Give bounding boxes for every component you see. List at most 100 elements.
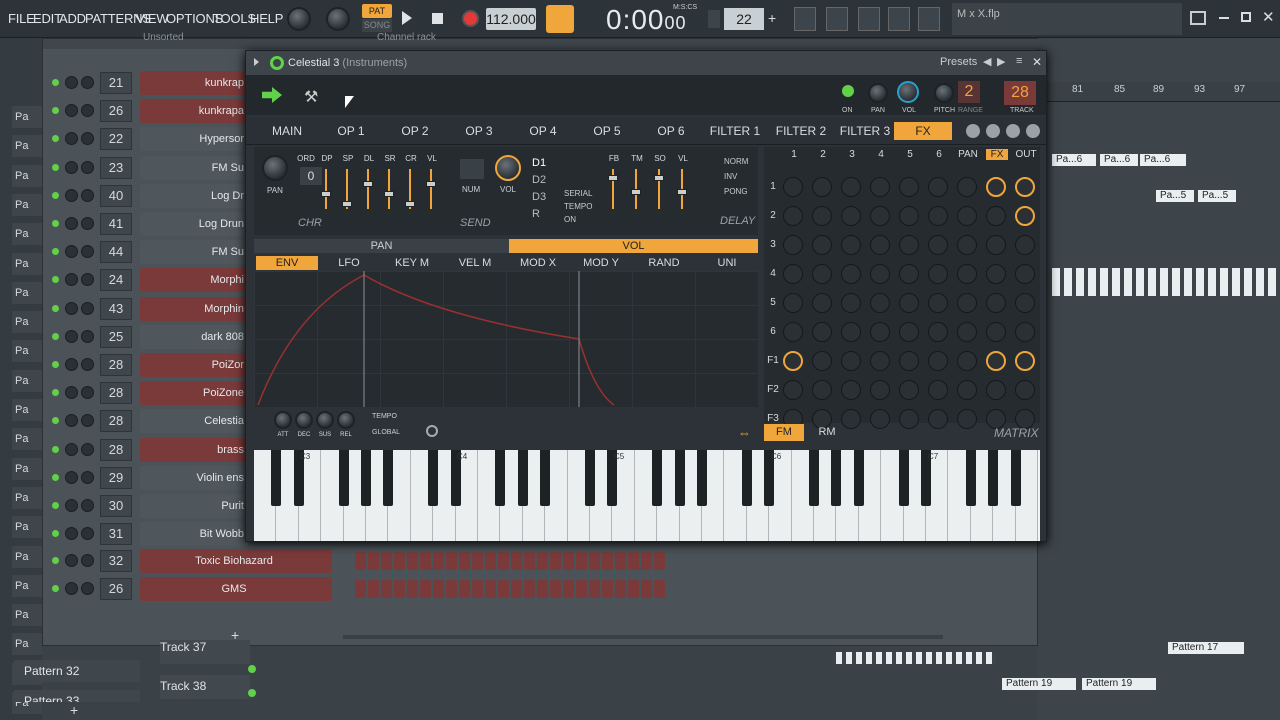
channel-vol-knob[interactable] [81, 386, 94, 400]
step-button[interactable] [511, 552, 522, 570]
step-button[interactable] [615, 580, 626, 598]
step-button[interactable] [706, 580, 717, 598]
channel-name-button[interactable]: Log Dr [140, 183, 248, 208]
matrix-cell[interactable] [957, 206, 977, 226]
clip[interactable]: Pa...6 [1140, 154, 1186, 166]
volume-knob[interactable] [897, 81, 919, 103]
minimize-icon[interactable] [1219, 17, 1229, 19]
collapse-arrow-icon[interactable] [254, 58, 259, 66]
browser-item[interactable]: Pa [12, 106, 42, 128]
matrix-cell[interactable] [841, 322, 861, 342]
channel-pan-knob[interactable] [65, 160, 78, 174]
matrix-cell[interactable] [1015, 351, 1035, 371]
send-mode-serial[interactable]: SERIAL [564, 189, 592, 198]
matrix-cell[interactable] [986, 322, 1006, 342]
browser-item[interactable]: Pa [12, 311, 42, 334]
song-mode-button[interactable]: SONG [362, 19, 392, 32]
maximize-icon[interactable] [1241, 12, 1251, 22]
channel-name-button[interactable]: FM Su [140, 155, 248, 180]
clip[interactable]: Pa...6 [1052, 154, 1096, 166]
browser-item[interactable]: Pa [12, 223, 42, 246]
channel-vol-knob[interactable] [81, 217, 94, 230]
black-key[interactable] [853, 450, 864, 506]
browser-item[interactable]: Pa [12, 399, 42, 421]
step-button[interactable] [550, 580, 561, 598]
channel-name-button[interactable]: Celestia [140, 409, 248, 434]
step-button[interactable] [420, 580, 431, 598]
browser-icon[interactable] [918, 7, 940, 31]
matrix-cell[interactable] [841, 351, 861, 371]
slider-thumb[interactable] [426, 181, 436, 187]
send-mode-on[interactable]: ON [564, 215, 576, 224]
matrix-cell[interactable] [870, 206, 890, 226]
step-button[interactable] [745, 580, 756, 598]
step-button[interactable] [719, 552, 730, 570]
matrix-cell[interactable] [899, 206, 919, 226]
step-button[interactable] [719, 580, 730, 598]
channel-led[interactable] [52, 361, 59, 368]
channel-vol-knob[interactable] [81, 76, 94, 89]
matrix-cell[interactable] [870, 409, 890, 429]
step-button[interactable] [472, 580, 483, 598]
close-icon[interactable]: ✕ [1262, 8, 1275, 26]
matrix-cell[interactable] [1015, 235, 1035, 255]
preset-menu-icon[interactable]: ≡ [1016, 55, 1022, 67]
tab-copy-icon[interactable] [1006, 124, 1020, 138]
channel-mixer-number[interactable]: 30 [100, 495, 132, 517]
browser-item[interactable]: Pa [12, 457, 42, 480]
matrix-cell[interactable] [783, 177, 803, 197]
pattern-clips-row[interactable] [1052, 268, 1280, 296]
env-rel-knob[interactable] [337, 411, 355, 429]
step-button[interactable] [563, 580, 574, 598]
tab-op5[interactable]: OP 5 [576, 122, 638, 140]
channel-led[interactable] [52, 135, 59, 143]
matrix-cell[interactable] [928, 264, 948, 284]
black-key[interactable] [383, 450, 394, 506]
env-global-label[interactable]: GLOBAL [372, 429, 400, 436]
matrix-cell[interactable] [986, 235, 1006, 255]
channel-vol-knob[interactable] [81, 470, 94, 484]
step-button[interactable] [446, 580, 457, 598]
channel-mixer-number[interactable]: 26 [100, 100, 132, 123]
step-button[interactable] [433, 552, 444, 570]
browser-item[interactable]: Pa [12, 252, 42, 275]
channel-name-button[interactable]: brass [140, 437, 248, 462]
channel-led[interactable] [52, 248, 59, 256]
step-button[interactable] [680, 580, 691, 598]
channel-led[interactable] [52, 389, 59, 397]
slider-thumb[interactable] [677, 189, 687, 195]
step-button[interactable] [732, 580, 743, 598]
channel-pan-knob[interactable] [65, 217, 78, 230]
step-button[interactable] [524, 580, 535, 598]
delay-mode-inv[interactable]: INV [724, 172, 737, 181]
matrix-cell[interactable] [841, 206, 861, 226]
matrix-cell[interactable] [899, 293, 919, 313]
rack-titlebar[interactable] [43, 39, 1039, 49]
step-button[interactable] [459, 580, 470, 598]
matrix-cell[interactable] [870, 264, 890, 284]
step-button[interactable] [394, 552, 405, 570]
matrix-cell[interactable] [986, 293, 1006, 313]
black-key[interactable] [517, 450, 528, 506]
channel-row[interactable]: 26 GMS [43, 577, 769, 601]
step-button[interactable] [654, 552, 665, 570]
browser-item[interactable]: Pa [12, 545, 42, 568]
channel-led[interactable] [52, 107, 59, 115]
mod-tab-rand[interactable]: RAND [634, 256, 694, 270]
matrix-cell[interactable] [986, 351, 1006, 371]
menu-edit[interactable]: EDIT [33, 11, 62, 26]
channel-pan-knob[interactable] [65, 386, 78, 400]
slider-thumb[interactable] [405, 201, 415, 207]
matrix-cell[interactable] [899, 380, 919, 400]
matrix-cell[interactable] [870, 351, 890, 371]
pitch-knob[interactable] [934, 83, 954, 103]
matrix-cell[interactable] [1015, 177, 1035, 197]
matrix-cell[interactable] [841, 380, 861, 400]
step-field[interactable]: 22 [724, 8, 764, 30]
step-button[interactable] [537, 552, 548, 570]
track-field[interactable]: 28 [1004, 81, 1036, 105]
browser-item[interactable]: Pa [12, 340, 42, 363]
step-button[interactable] [407, 580, 418, 598]
step-button[interactable] [628, 580, 639, 598]
channel-led[interactable] [52, 557, 59, 564]
